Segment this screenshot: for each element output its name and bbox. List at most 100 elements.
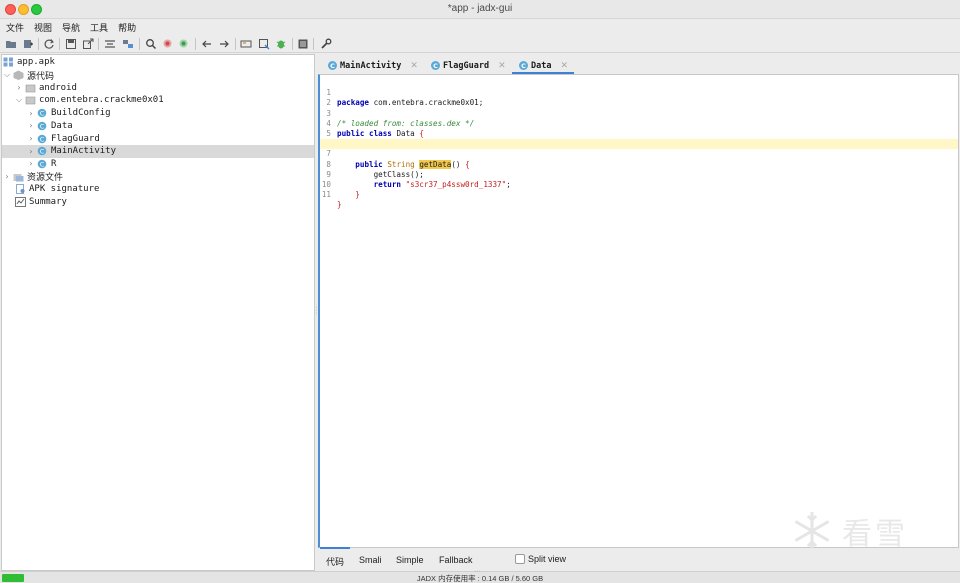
find-class-icon[interactable] bbox=[178, 38, 190, 50]
toolbar bbox=[0, 35, 960, 53]
add-files-icon[interactable] bbox=[22, 38, 34, 50]
class-icon: C bbox=[36, 121, 48, 131]
flatten-packages-icon[interactable] bbox=[104, 38, 116, 50]
chevron-right-icon[interactable]: › bbox=[26, 109, 36, 118]
view-tab-code[interactable]: 代码 bbox=[319, 547, 351, 568]
tree-item-label: Data bbox=[51, 120, 73, 131]
window-title: *app - jadx-gui bbox=[447, 3, 513, 14]
tree-item-app-apk[interactable]: app.apk bbox=[2, 56, 314, 69]
chevron-right-icon[interactable]: › bbox=[2, 172, 12, 181]
forward-icon[interactable] bbox=[218, 38, 230, 50]
tree-item-label: MainActivity bbox=[51, 146, 117, 157]
svg-text:C: C bbox=[39, 148, 44, 156]
menu-navigate[interactable]: 导航 bbox=[62, 19, 80, 35]
title-bar: *app - jadx-gui bbox=[0, 0, 960, 19]
tree-item-label: 资源文件 bbox=[27, 173, 64, 184]
view-tab-fallback[interactable]: Fallback bbox=[439, 555, 473, 565]
class-icon: C bbox=[519, 61, 528, 70]
chevron-down-icon[interactable]: ⌵ bbox=[2, 70, 12, 80]
code-line: 1 package com.entebra.crackme0x01; bbox=[320, 78, 958, 107]
tree-item-label: APK signature bbox=[29, 184, 100, 195]
svg-text:C: C bbox=[39, 122, 44, 130]
svg-text:C: C bbox=[39, 110, 44, 118]
snowflake-icon bbox=[794, 511, 830, 550]
tab-label: MainActivity bbox=[340, 60, 402, 71]
decompile-all-icon[interactable] bbox=[258, 38, 270, 50]
sync-tree-icon[interactable] bbox=[122, 38, 134, 50]
class-icon: C bbox=[36, 108, 48, 118]
tree-item-label: com.entebra.crackme0x01 bbox=[39, 95, 164, 106]
view-mode-bar: 代码 Smali Simple Fallback Split view bbox=[318, 547, 960, 571]
chevron-right-icon[interactable]: › bbox=[26, 147, 36, 156]
line-number: 11 bbox=[321, 190, 331, 200]
tree-item-data[interactable]: › C Data bbox=[2, 120, 314, 133]
menu-bar: 文件 视图 导航 工具 帮助 bbox=[0, 19, 960, 35]
code-line: 3 /* loaded from: classes.dex */ bbox=[320, 98, 958, 128]
code-text: } bbox=[337, 190, 360, 200]
tree-item-label: Summary bbox=[29, 197, 67, 208]
tree-item-r[interactable]: › C R bbox=[2, 158, 314, 171]
chevron-right-icon[interactable]: › bbox=[26, 121, 36, 130]
chevron-down-icon[interactable]: ⌵ bbox=[14, 95, 24, 105]
signature-icon bbox=[14, 184, 26, 195]
menu-file[interactable]: 文件 bbox=[6, 19, 24, 35]
code-line: 2 bbox=[320, 88, 958, 107]
chevron-right-icon[interactable]: › bbox=[14, 83, 24, 92]
reload-icon[interactable] bbox=[43, 38, 55, 50]
tree-item-flagguard[interactable]: › C FlagGuard bbox=[2, 132, 314, 145]
tree-item-package[interactable]: ⌵ com.entebra.crackme0x01 bbox=[2, 94, 314, 107]
code-text: } bbox=[337, 200, 342, 210]
class-icon: C bbox=[328, 61, 337, 70]
tree-item-source[interactable]: ⌵ 源代码 bbox=[2, 69, 314, 82]
tab-flagguard[interactable]: C FlagGuard ✕ bbox=[430, 57, 506, 74]
summary-icon bbox=[14, 197, 26, 207]
code-line: 9 return "s3cr37_p4ssw0rd_1337"; bbox=[320, 160, 958, 189]
export-icon[interactable] bbox=[82, 38, 94, 50]
close-tab-icon[interactable]: ✕ bbox=[410, 61, 418, 71]
tree-item-buildconfig[interactable]: › C BuildConfig bbox=[2, 107, 314, 120]
preferences-icon[interactable] bbox=[320, 38, 332, 50]
debug-icon[interactable] bbox=[275, 38, 287, 50]
tab-mainactivity[interactable]: C MainActivity ✕ bbox=[327, 57, 418, 74]
package-icon bbox=[24, 95, 36, 105]
code-line: 6 bbox=[320, 129, 958, 148]
view-tab-smali[interactable]: Smali bbox=[359, 555, 382, 565]
class-icon: C bbox=[36, 159, 48, 169]
code-line: 4 public class Data { bbox=[320, 109, 958, 138]
find-usage-icon[interactable] bbox=[162, 38, 174, 50]
tree-item-label: 源代码 bbox=[27, 71, 55, 82]
menu-tools[interactable]: 工具 bbox=[90, 19, 108, 35]
tree-item-summary[interactable]: Summary bbox=[2, 196, 314, 209]
source-icon bbox=[12, 70, 24, 81]
close-tab-icon[interactable]: ✕ bbox=[560, 61, 568, 71]
menu-help[interactable]: 帮助 bbox=[118, 19, 136, 35]
rename-icon[interactable] bbox=[240, 38, 252, 50]
svg-text:C: C bbox=[433, 62, 438, 70]
tree-item-label: BuildConfig bbox=[51, 108, 111, 119]
svg-text:C: C bbox=[330, 62, 335, 70]
menu-view[interactable]: 视图 bbox=[34, 19, 52, 35]
split-view-checkbox[interactable] bbox=[515, 554, 525, 564]
tree-item-android[interactable]: › android bbox=[2, 81, 314, 94]
view-tab-simple[interactable]: Simple bbox=[396, 555, 424, 565]
resources-icon bbox=[12, 172, 24, 182]
svg-text:C: C bbox=[39, 135, 44, 143]
tab-data[interactable]: C Data ✕ bbox=[511, 57, 575, 74]
chevron-right-icon[interactable]: › bbox=[26, 159, 36, 168]
svg-text:C: C bbox=[521, 62, 526, 70]
tree-item-mainactivity[interactable]: › C MainActivity bbox=[2, 144, 314, 158]
log-icon[interactable] bbox=[297, 38, 309, 50]
code-line: 5 private final String secret = "s3cr37_… bbox=[320, 119, 958, 148]
package-icon bbox=[24, 83, 36, 93]
chevron-right-icon[interactable]: › bbox=[26, 134, 36, 143]
search-icon[interactable] bbox=[145, 38, 157, 50]
save-icon[interactable] bbox=[65, 38, 77, 50]
code-editor[interactable]: 1 package com.entebra.crackme0x01; 2 3 /… bbox=[318, 74, 959, 548]
code-line-highlighted: 7 public String getData() { bbox=[320, 139, 958, 169]
back-icon[interactable] bbox=[201, 38, 213, 50]
tree-item-apk-signature[interactable]: APK signature bbox=[2, 183, 314, 196]
open-folder-icon[interactable] bbox=[5, 38, 17, 50]
editor-tab-bar: C MainActivity ✕ C FlagGuard ✕ C Data ✕ bbox=[318, 54, 960, 74]
close-tab-icon[interactable]: ✕ bbox=[498, 61, 506, 71]
tree-item-resources[interactable]: › 资源文件 bbox=[2, 170, 314, 183]
